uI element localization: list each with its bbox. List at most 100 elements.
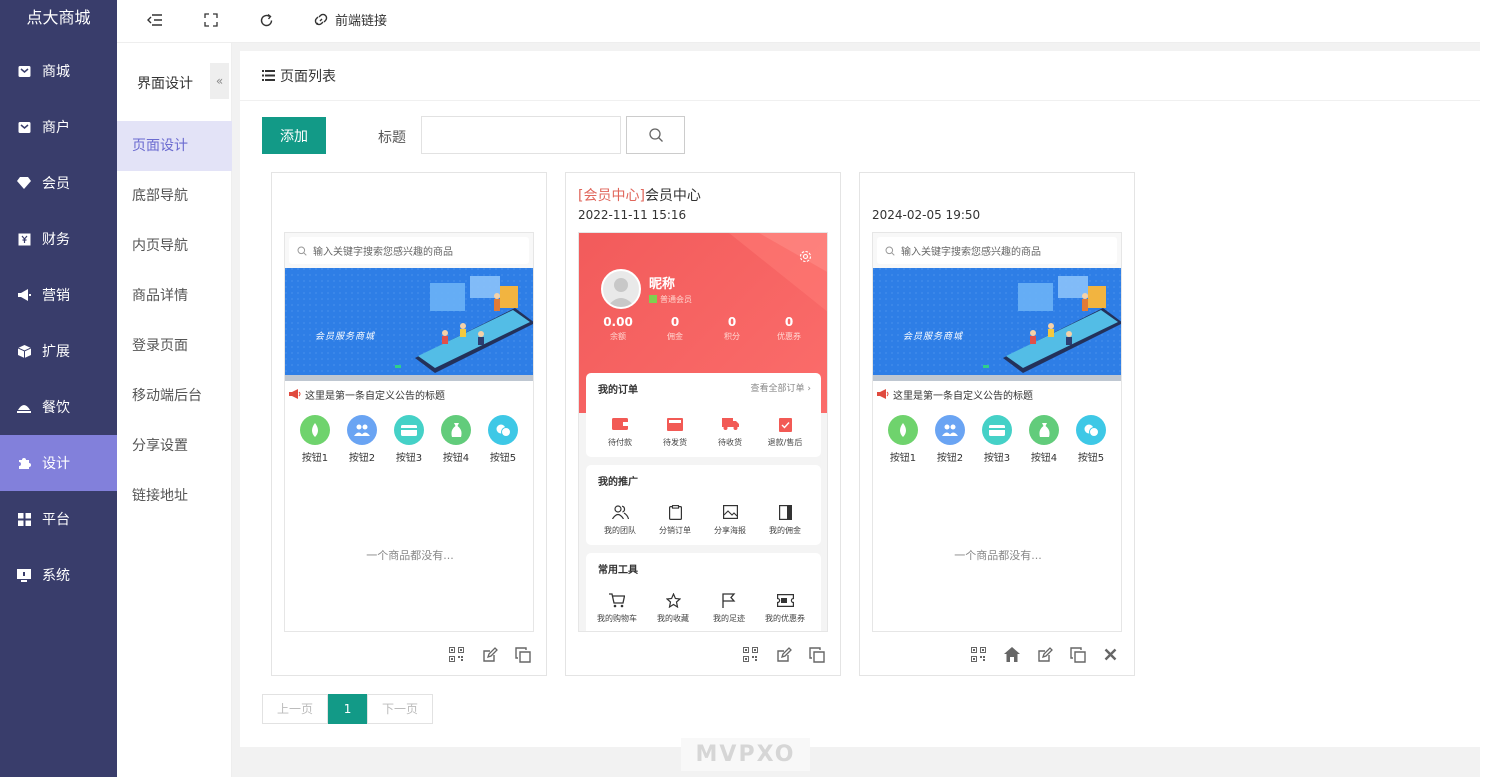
package-icon [649, 415, 701, 433]
ticket-icon [759, 591, 811, 609]
subnav-item-bottom-nav[interactable]: 底部导航 [117, 171, 232, 221]
sidebar-item-extend[interactable]: 扩展 [0, 323, 117, 379]
notice-text: 这里是第一条自定义公告的标题 [305, 390, 445, 402]
order-label: 待发货 [663, 438, 687, 447]
order-label: 待收货 [718, 438, 742, 447]
subnav-item-link-address[interactable]: 链接地址 [117, 471, 232, 521]
stat-label: 积分 [724, 332, 740, 341]
copy-icon[interactable] [807, 645, 826, 664]
tool-cart: 我的购物车 [591, 591, 643, 624]
edit-icon[interactable] [480, 645, 499, 664]
subnav-item-mobile-admin[interactable]: 移动端后台 [117, 371, 232, 421]
subnav-item-product-detail[interactable]: 商品详情 [117, 271, 232, 321]
preview-button-label: 按钮2 [936, 453, 964, 464]
shop-icon [17, 64, 31, 78]
sidebar-item-marketing[interactable]: 营销 [0, 267, 117, 323]
drop-icon [300, 415, 330, 445]
sidebar-item-shop[interactable]: 商城 [0, 43, 117, 99]
card-actions [969, 645, 1120, 664]
orders-title: 我的订单 [598, 385, 638, 396]
sidebar: 点大商城 商城 商户 会员 财务 营销 扩展 餐饮 设计 平台 系统 [0, 0, 117, 777]
home-icon[interactable] [1002, 645, 1021, 664]
member-icon [17, 176, 31, 190]
preview-button-1: 按钮1 [295, 415, 335, 464]
promo-label: 我的佣金 [769, 526, 801, 535]
team-icon [594, 503, 646, 521]
preview-button-3: 按钮3 [389, 415, 429, 464]
subnav-item-login-page[interactable]: 登录页面 [117, 321, 232, 371]
sidebar-item-label: 商户 [42, 120, 70, 136]
edit-icon[interactable] [1035, 645, 1054, 664]
search-icon [885, 246, 895, 256]
monitor-icon [17, 568, 31, 582]
order-pending-payment: 待付款 [594, 415, 646, 448]
preview-banner: 会员服务商城 [873, 268, 1121, 380]
promo-label: 我的团队 [604, 526, 636, 535]
grid-icon [17, 512, 31, 526]
page-card: 2024-02-05 19:50 输入关键字搜索您感兴趣的商品 会员服务商城 这… [859, 172, 1135, 676]
preview-button-label: 按钮5 [489, 453, 517, 464]
prev-page-button[interactable]: 上一页 [262, 694, 329, 724]
subnav-item-share-settings[interactable]: 分享设置 [117, 421, 232, 471]
stat-coupons: 0 优惠券 [764, 315, 814, 342]
drop-icon [888, 415, 918, 445]
preview-button-4: 按钮4 [436, 415, 476, 464]
preview-button-label: 按钮4 [442, 453, 470, 464]
page-card: [会员中心]会员中心 2022-11-11 15:16 昵称 普通会员 0.00… [565, 172, 841, 676]
search-button[interactable] [626, 116, 685, 154]
menu-collapse-icon[interactable] [146, 11, 164, 29]
star-icon [647, 591, 699, 609]
delete-icon[interactable] [1101, 645, 1120, 664]
sidebar-item-merchant[interactable]: 商户 [0, 99, 117, 155]
add-button[interactable]: 添加 [262, 117, 326, 154]
promo-label: 分享海报 [714, 526, 746, 535]
qrcode-icon[interactable] [969, 645, 988, 664]
subnav-item-page-design[interactable]: 页面设计 [117, 121, 232, 171]
collapse-subnav-button[interactable]: « [210, 63, 229, 99]
page-preview[interactable]: 昵称 普通会员 0.00 余额 0 佣金 0 积分 0 优惠券 我的订单 查看全部订单 … [578, 232, 828, 632]
cart-icon [591, 591, 643, 609]
sidebar-item-label: 营销 [42, 288, 70, 304]
sidebar-item-label: 设计 [42, 456, 70, 472]
puzzle-icon [17, 456, 31, 470]
title-search-input[interactable] [421, 116, 621, 154]
flag-icon [703, 591, 755, 609]
avatar [601, 269, 641, 309]
tool-label: 我的收藏 [657, 614, 689, 623]
sidebar-item-finance[interactable]: 财务 [0, 211, 117, 267]
tool-label: 我的足迹 [713, 614, 745, 623]
copy-icon[interactable] [1068, 645, 1087, 664]
subnav-item-inner-nav[interactable]: 内页导航 [117, 221, 232, 271]
qrcode-icon[interactable] [741, 645, 760, 664]
copy-icon[interactable] [513, 645, 532, 664]
preview-banner: 会员服务商城 [285, 268, 533, 380]
page-preview[interactable]: 输入关键字搜索您感兴趣的商品 会员服务商城 这里是第一条自定义公告的标题 按钮1… [872, 232, 1122, 632]
tool-label: 我的优惠券 [765, 614, 805, 623]
sidebar-item-member[interactable]: 会员 [0, 155, 117, 211]
fullscreen-icon[interactable] [202, 11, 220, 29]
edit-icon[interactable] [774, 645, 793, 664]
sidebar-item-platform[interactable]: 平台 [0, 491, 117, 547]
sidebar-item-label: 扩展 [42, 344, 70, 360]
frontend-link[interactable]: 前端链接 [314, 10, 387, 29]
page-header: 页面列表 [240, 51, 1480, 101]
qrcode-icon[interactable] [447, 645, 466, 664]
sub-navigation: 界面设计 « 页面设计 底部导航 内页导航 商品详情 登录页面 移动端后台 分享… [117, 43, 232, 777]
stat-value: 0 [727, 315, 737, 329]
card-title: [会员中心]会员中心 [578, 185, 701, 205]
orders-panel: 我的订单 查看全部订单 › 待付款 待发货 待收货 退款/售后 [586, 373, 821, 457]
preview-button-1: 按钮1 [883, 415, 923, 464]
preview-button-label: 按钮1 [889, 453, 917, 464]
next-page-button[interactable]: 下一页 [367, 694, 434, 724]
page-1-button[interactable]: 1 [328, 694, 368, 724]
sidebar-item-dining[interactable]: 餐饮 [0, 379, 117, 435]
page-preview[interactable]: 输入关键字搜索您感兴趣的商品 会员服务商城 这里是第一条自定义公告的标题 按钮1… [284, 232, 534, 632]
preview-button-label: 按钮4 [1030, 453, 1058, 464]
refresh-icon[interactable] [257, 11, 275, 29]
preview-button-label: 按钮3 [395, 453, 423, 464]
coins-icon [488, 415, 518, 445]
sidebar-item-design[interactable]: 设计 [0, 435, 117, 491]
sidebar-item-system[interactable]: 系统 [0, 547, 117, 603]
promo-label: 分销订单 [659, 526, 691, 535]
card-date: 2024-02-05 19:50 [872, 208, 981, 222]
